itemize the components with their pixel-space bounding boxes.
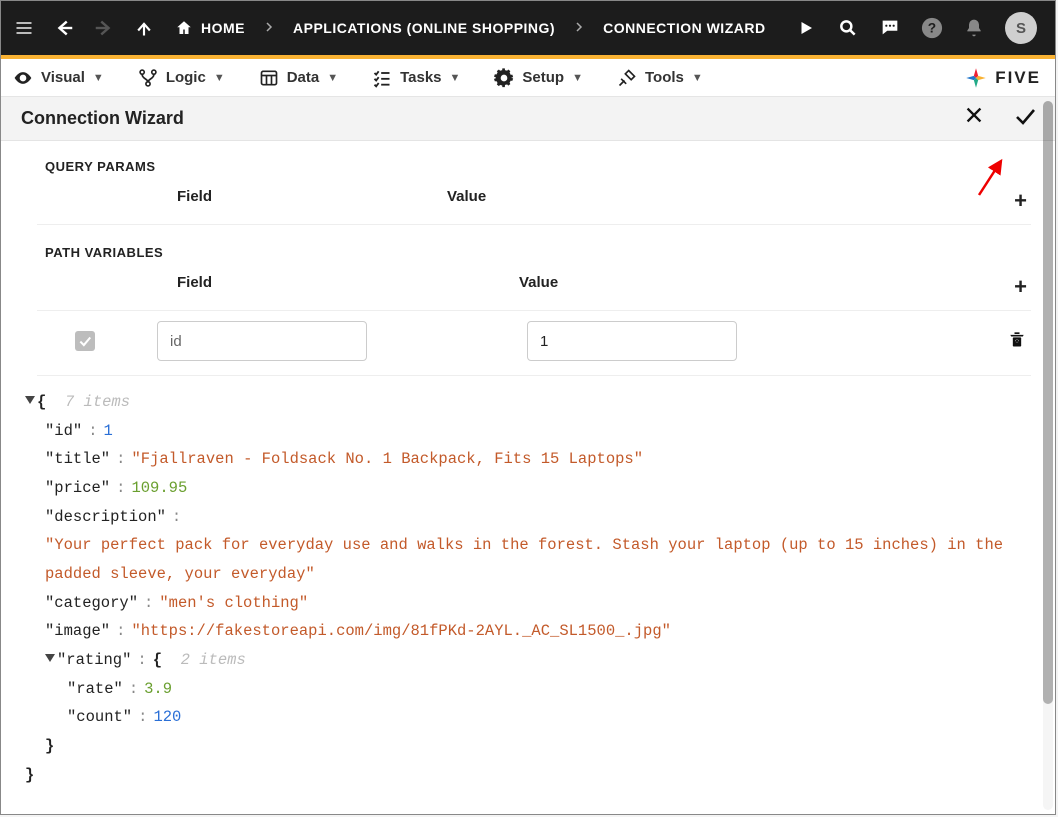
check-icon <box>1013 104 1037 128</box>
tool-tasks[interactable]: Tasks▼ <box>372 68 460 88</box>
five-logo-icon <box>963 65 989 91</box>
json-id: 1 <box>104 422 113 440</box>
breadcrumb-home[interactable]: HOME <box>175 19 245 37</box>
confirm-button[interactable] <box>1013 104 1037 133</box>
breadcrumb-home-label: HOME <box>201 20 245 36</box>
json-price: 109.95 <box>131 479 187 497</box>
top-app-bar: HOME APPLICATIONS (ONLINE SHOPPING) CONN… <box>1 1 1055 55</box>
breadcrumb-applications[interactable]: APPLICATIONS (ONLINE SHOPPING) <box>293 20 555 36</box>
tool-logic-label: Logic <box>166 69 206 86</box>
path-var-field-input[interactable] <box>157 321 367 361</box>
query-params-value-header: Value <box>387 188 971 214</box>
checklist-icon <box>372 68 392 88</box>
tool-data-label: Data <box>287 69 320 86</box>
nav-forward-icon <box>93 17 115 39</box>
chat-icon[interactable] <box>879 17 901 39</box>
path-var-row <box>37 311 1031 376</box>
path-vars-value-header: Value <box>517 274 971 300</box>
json-root-meta: 7 items <box>65 393 130 411</box>
path-var-enable-checkbox[interactable] <box>75 331 95 351</box>
chevron-right-icon <box>573 20 585 36</box>
avatar-initial: S <box>1016 20 1026 37</box>
close-button[interactable] <box>963 104 985 133</box>
nav-back-icon[interactable] <box>53 17 75 39</box>
tools-icon <box>617 68 637 88</box>
search-icon[interactable] <box>837 17 859 39</box>
scrollbar[interactable] <box>1043 101 1053 810</box>
tool-tasks-label: Tasks <box>400 69 441 86</box>
breadcrumb: HOME APPLICATIONS (ONLINE SHOPPING) CONN… <box>175 19 766 37</box>
query-params-field-header: Field <box>37 188 387 214</box>
close-icon <box>963 104 985 126</box>
breadcrumb-applications-label: APPLICATIONS (ONLINE SHOPPING) <box>293 20 555 36</box>
delete-path-var-button[interactable] <box>1007 328 1031 355</box>
add-path-var-button[interactable]: + <box>1014 274 1027 299</box>
path-var-value-input[interactable] <box>527 321 737 361</box>
run-icon[interactable] <box>795 17 817 39</box>
add-query-param-button[interactable]: + <box>1014 188 1027 213</box>
gear-icon <box>494 68 514 88</box>
tool-tools[interactable]: Tools▼ <box>617 68 703 88</box>
home-icon <box>175 19 193 37</box>
tool-setup[interactable]: Setup▼ <box>494 68 583 88</box>
tool-tools-label: Tools <box>645 69 684 86</box>
page-title-bar: Connection Wizard <box>1 97 1055 141</box>
branch-icon <box>138 68 158 88</box>
bell-icon[interactable] <box>963 17 985 39</box>
json-toggle-icon[interactable] <box>25 396 35 404</box>
nav-up-icon[interactable] <box>133 17 155 39</box>
query-params-table: Field Value + <box>37 180 1031 225</box>
tool-data[interactable]: Data▼ <box>259 68 338 88</box>
scrollbar-thumb[interactable] <box>1043 101 1053 704</box>
tool-visual[interactable]: Visual▼ <box>13 68 104 88</box>
json-description: Your perfect pack for everyday use and w… <box>45 536 1012 583</box>
tool-setup-label: Setup <box>522 69 564 86</box>
help-icon[interactable]: ? <box>921 17 943 39</box>
eye-icon <box>13 68 33 88</box>
brand-label: FIVE <box>995 68 1041 88</box>
json-title: Fjallraven - Foldsack No. 1 Backpack, Fi… <box>141 450 634 468</box>
svg-text:?: ? <box>928 21 936 36</box>
json-rating-meta: 2 items <box>181 651 246 669</box>
user-avatar[interactable]: S <box>1005 12 1037 44</box>
check-icon <box>78 334 92 348</box>
json-category: men's clothing <box>169 594 299 612</box>
path-vars-field-header: Field <box>37 274 517 300</box>
tool-logic[interactable]: Logic▼ <box>138 68 225 88</box>
brand-logo: FIVE <box>963 65 1041 91</box>
chevron-right-icon <box>263 20 275 36</box>
trash-icon <box>1007 328 1027 350</box>
tool-visual-label: Visual <box>41 69 85 86</box>
hamburger-icon[interactable] <box>13 17 35 39</box>
path-vars-heading: PATH VARIABLES <box>45 245 1023 260</box>
path-vars-table: Field Value + <box>37 266 1031 376</box>
json-rate: 3.9 <box>144 680 172 698</box>
table-icon <box>259 68 279 88</box>
breadcrumb-wizard-label: CONNECTION WIZARD <box>603 20 766 36</box>
json-toggle-icon[interactable] <box>45 654 55 662</box>
json-image: https://fakestoreapi.com/img/81fPKd-2AYL… <box>141 622 662 640</box>
breadcrumb-connection-wizard[interactable]: CONNECTION WIZARD <box>603 20 766 36</box>
query-params-heading: QUERY PARAMS <box>45 159 1023 174</box>
page-title: Connection Wizard <box>21 108 184 129</box>
json-count: 120 <box>153 708 181 726</box>
json-response-viewer: { 7 items "id":1 "title":"Fjallraven - F… <box>25 388 1031 789</box>
content-area: QUERY PARAMS Field Value + PATH VARIABLE… <box>1 141 1055 815</box>
main-toolbar: Visual▼ Logic▼ Data▼ Tasks▼ Setup▼ Tools… <box>1 59 1055 97</box>
